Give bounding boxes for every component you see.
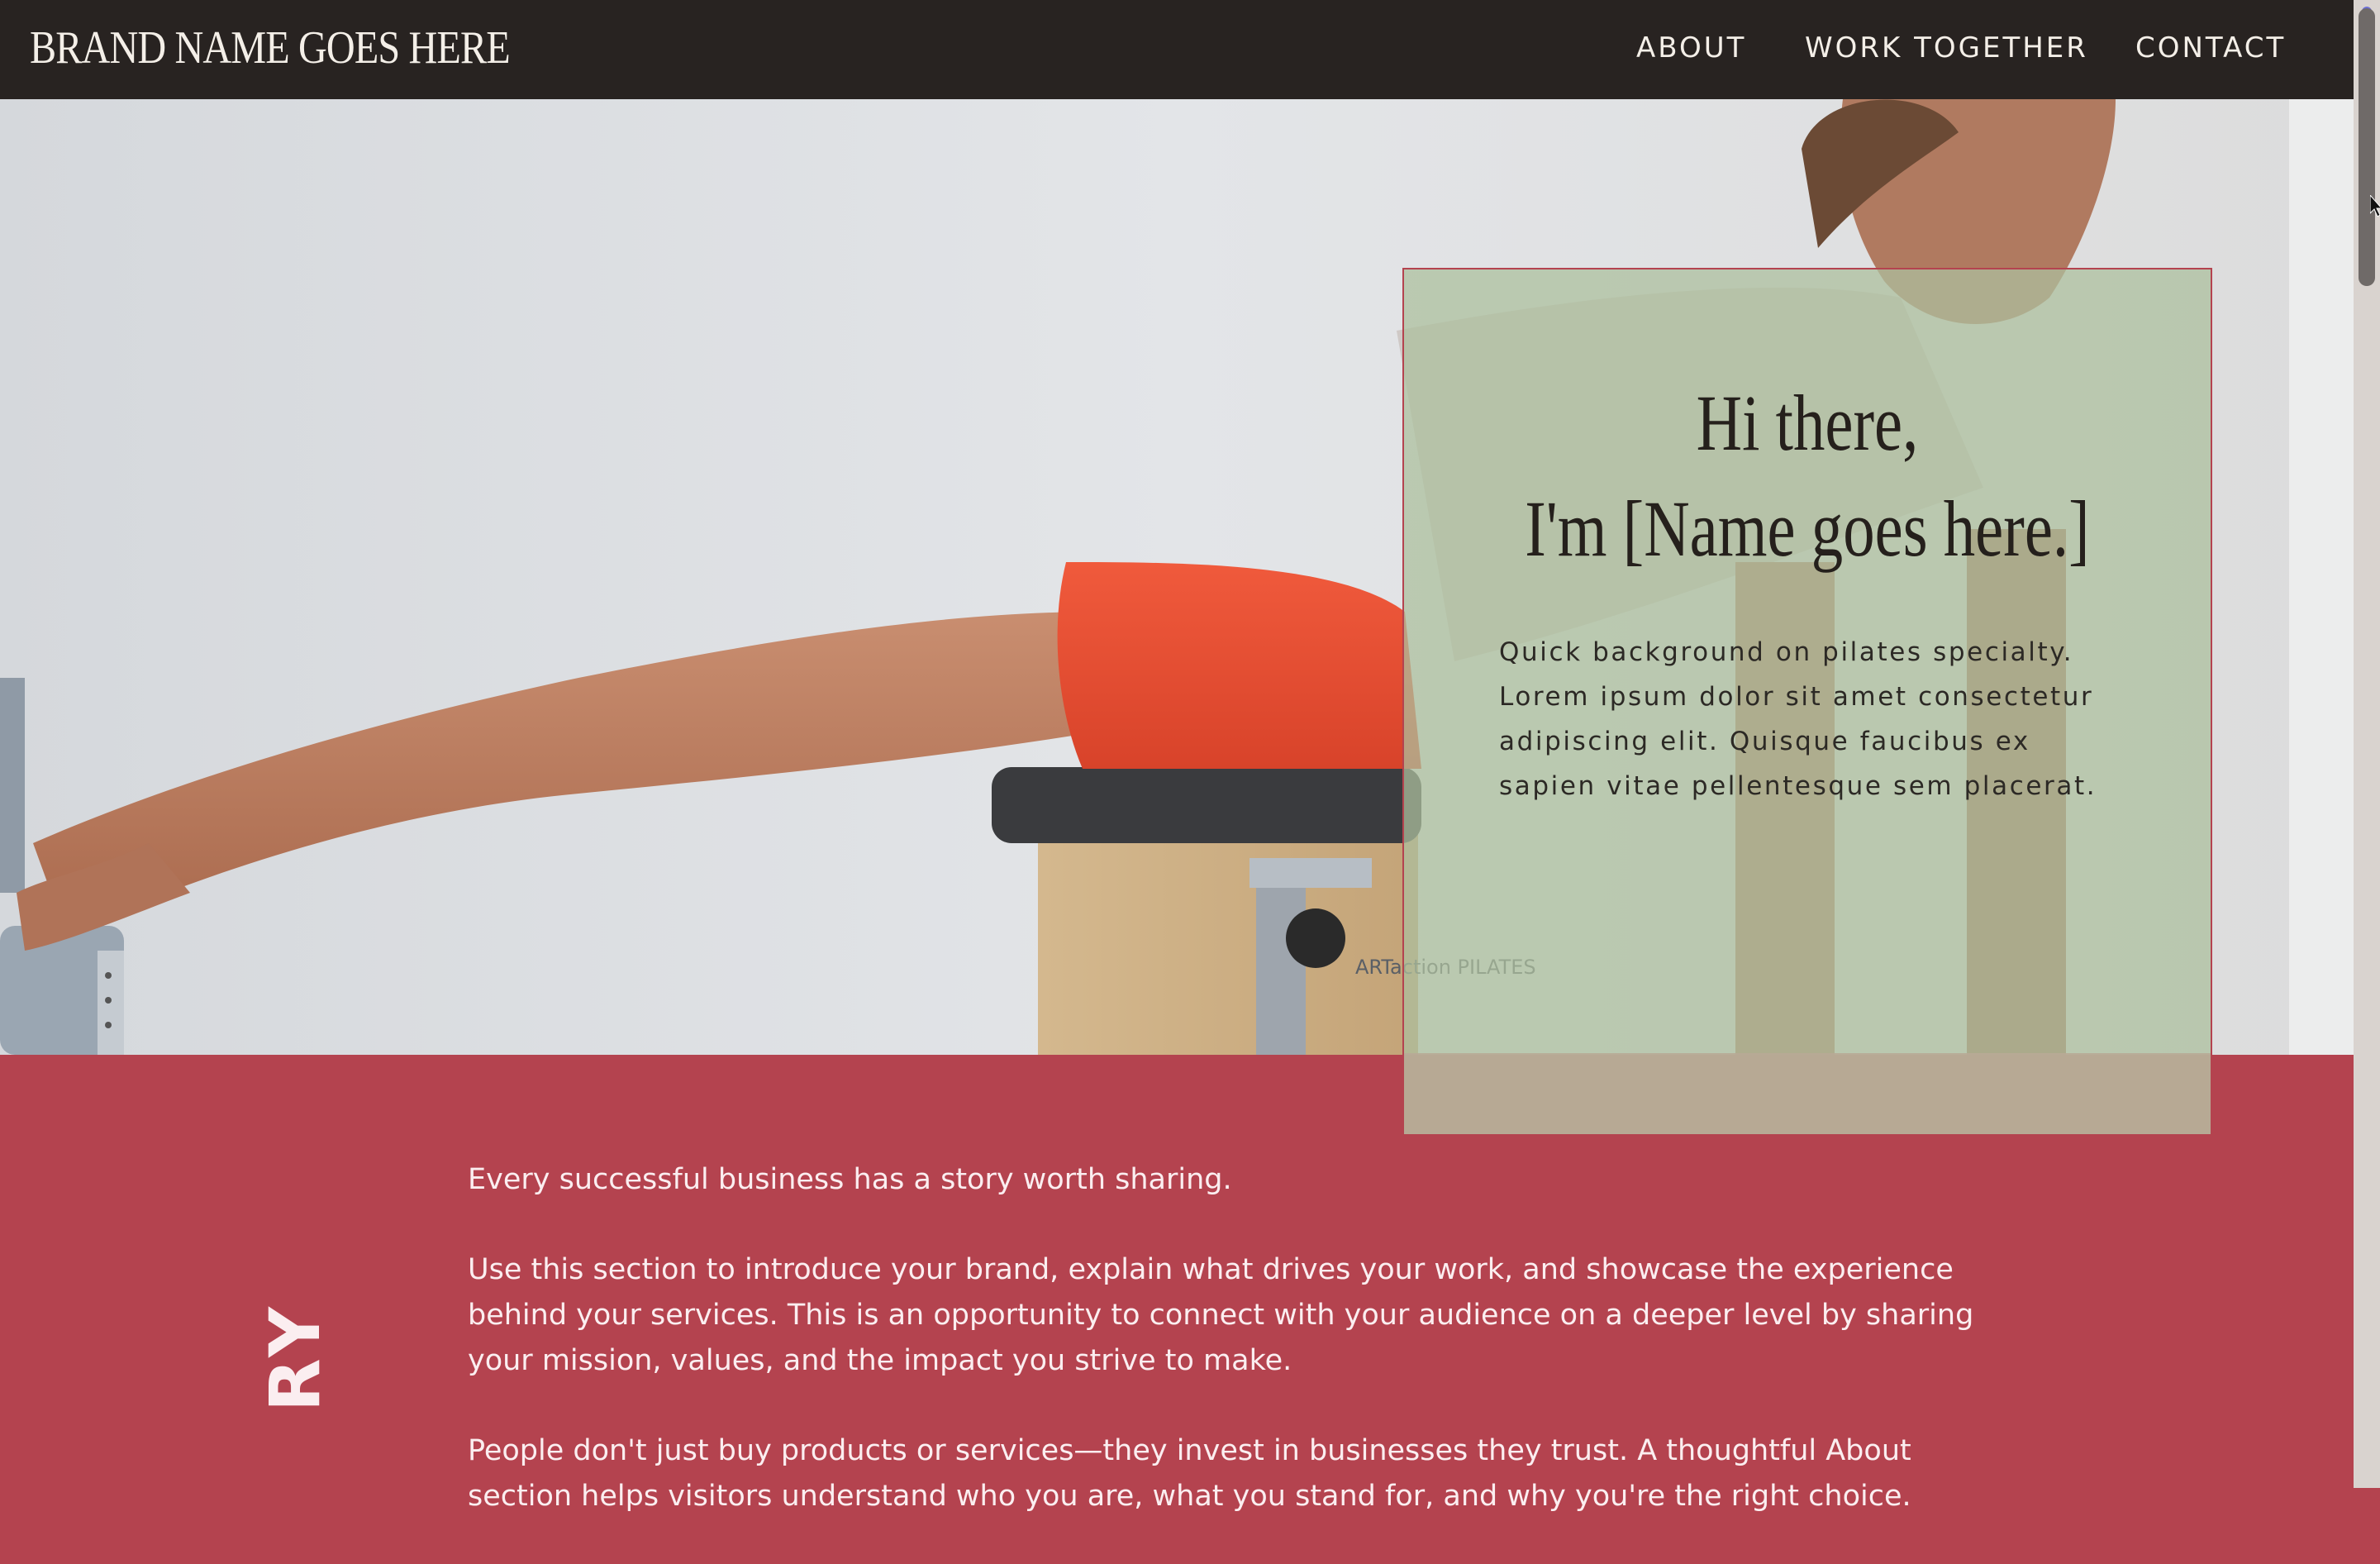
site-header: BRAND NAME GOES HERE ABOUT WORK TOGETHER… <box>0 0 2354 99</box>
story-paragraph-3: People don't just buy products or servic… <box>468 1434 1911 1513</box>
intro-card: Hi there, I'm [Name goes here.] Quick ba… <box>1402 268 2212 1136</box>
story-paragraph-1: Every successful business has a story wo… <box>468 1163 1232 1196</box>
nav-link-contact[interactable]: CONTACT <box>2135 31 2286 64</box>
story-side-label: RY <box>255 1302 336 1412</box>
intro-body-text: Quick background on pilates specialty. L… <box>1499 637 2097 801</box>
page-scrollbar[interactable] <box>2354 0 2380 1488</box>
story-text-block: Every successful business has a story wo… <box>468 1157 2005 1564</box>
intro-card-lower-tint <box>1404 1053 2211 1134</box>
scrollbar-thumb[interactable] <box>2359 8 2375 286</box>
brand-logo[interactable]: BRAND NAME GOES HERE <box>30 21 511 74</box>
intro-heading-line2: I'm [Name goes here.] <box>1525 484 2090 573</box>
intro-heading-line1: Hi there, <box>1696 379 1919 467</box>
nav-link-about[interactable]: ABOUT <box>1636 31 1746 64</box>
story-paragraph-2: Use this section to introduce your brand… <box>468 1253 1974 1377</box>
mouse-pointer-icon <box>2370 195 2380 217</box>
nav-link-work-together[interactable]: WORK TOGETHER <box>1805 31 2088 64</box>
